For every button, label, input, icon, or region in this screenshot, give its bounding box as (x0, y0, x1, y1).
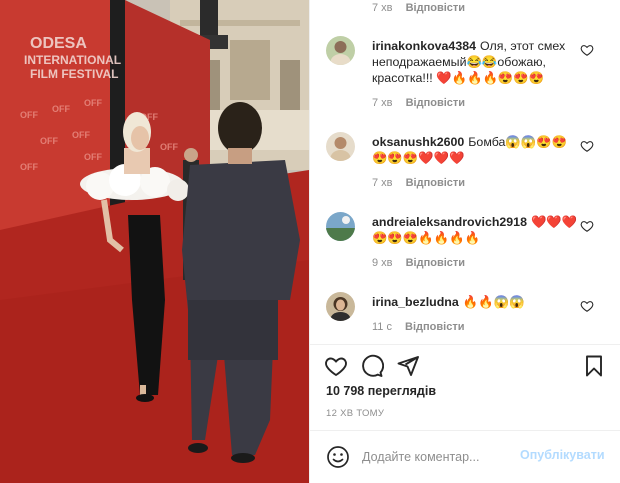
comment-username[interactable]: oksanushk2600 (372, 135, 464, 149)
svg-text:OFF: OFF (20, 110, 38, 120)
comment-time: 7 хв (372, 97, 393, 109)
comment-icon[interactable] (360, 354, 384, 378)
comment-meta: 7 хв Відповісти (372, 2, 465, 14)
instagram-post: ODESA INTERNATIONAL FILM FESTIVAL OFF OFF… (0, 0, 620, 483)
comment-like-heart-icon[interactable] (580, 219, 594, 233)
share-icon[interactable] (396, 354, 420, 378)
comment-text: irinakonkova4384 Оля, этот смех неподража… (372, 38, 582, 86)
banner-line-3: FILM FESTIVAL (30, 67, 118, 81)
emoji-icon[interactable] (326, 445, 350, 469)
post-video[interactable]: ODESA INTERNATIONAL FILM FESTIVAL OFF OFF… (0, 0, 309, 483)
avatar[interactable] (326, 132, 355, 161)
comment-like-heart-icon[interactable] (580, 139, 594, 153)
avatar[interactable] (326, 36, 355, 65)
comment-time: 7 хв (372, 177, 393, 189)
banner-line-2: INTERNATIONAL (24, 53, 121, 67)
avatar[interactable] (326, 212, 355, 241)
comment-time: 7 хв (372, 2, 393, 14)
reply-button[interactable]: Відповісти (406, 2, 465, 14)
comment-username[interactable]: irinakonkova4384 (372, 39, 476, 53)
comment-input[interactable] (362, 446, 512, 468)
comment-meta: 11 с Відповісти (372, 321, 464, 333)
avatar[interactable] (326, 292, 355, 321)
comment-text: oksanushk2600 Бомба😱😱😍😍😍😍😍❤️❤️❤️ (372, 134, 582, 166)
views-count[interactable]: 10 798 переглядів (326, 384, 436, 398)
comment-time: 9 хв (372, 257, 393, 269)
comment-meta: 7 хв Відповісти (372, 97, 465, 109)
publish-button[interactable]: Опублікувати (520, 448, 605, 462)
reply-button[interactable]: Відповісти (406, 177, 465, 189)
post-action-bar (310, 344, 620, 384)
comment-meta: 9 хв Відповісти (372, 257, 465, 269)
comment-body: 🔥🔥😱😱 (462, 295, 525, 309)
svg-text:OFF: OFF (84, 98, 102, 108)
svg-text:OFF: OFF (84, 152, 102, 162)
comments-list: 7 хв Відповісти irinakonkova4384 Оля, это… (310, 0, 620, 344)
post-side-panel: 7 хв Відповісти irinakonkova4384 Оля, это… (309, 0, 620, 483)
comment-username[interactable]: irina_bezludna (372, 295, 459, 309)
comment-time: 11 с (372, 321, 392, 333)
post-timestamp[interactable]: 12 ХВ ТОМУ (326, 408, 384, 419)
reply-button[interactable]: Відповісти (406, 257, 465, 269)
svg-text:OFF: OFF (40, 136, 58, 146)
heart-icon[interactable] (324, 354, 348, 378)
comment-username[interactable]: andreialeksandrovich2918 (372, 215, 527, 229)
svg-text:OFF: OFF (160, 142, 178, 152)
post-video-frame: ODESA INTERNATIONAL FILM FESTIVAL OFF OFF… (0, 0, 309, 483)
comment-like-heart-icon[interactable] (580, 299, 594, 313)
comment-text: andreialeksandrovich2918 ❤️❤️❤️😍😍😍🔥🔥🔥🔥 (372, 214, 582, 246)
reply-button[interactable]: Відповісти (406, 97, 465, 109)
comment-like-heart-icon[interactable] (580, 43, 594, 57)
comment-text: irina_bezludna 🔥🔥😱😱 (372, 294, 582, 310)
bookmark-icon[interactable] (582, 354, 606, 378)
svg-text:OFF: OFF (72, 130, 90, 140)
add-comment-bar: Опублікувати (310, 430, 620, 483)
reply-button[interactable]: Відповісти (405, 321, 464, 333)
banner-line-1: ODESA (30, 35, 87, 52)
svg-text:OFF: OFF (52, 104, 70, 114)
svg-text:OFF: OFF (20, 162, 38, 172)
comment-meta: 7 хв Відповісти (372, 177, 465, 189)
